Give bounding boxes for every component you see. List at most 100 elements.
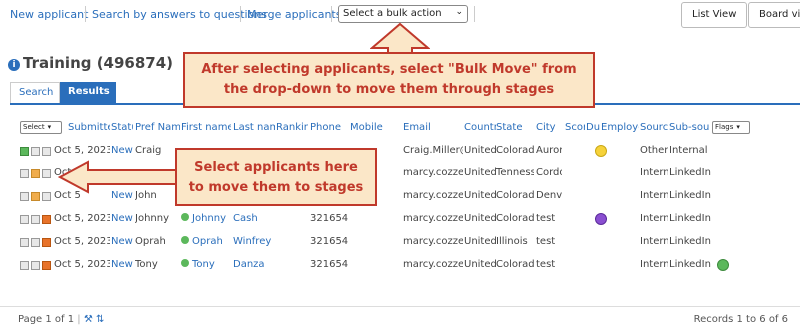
cell-phone: 32165498 <box>310 236 348 247</box>
cell-email[interactable]: Craig.Miller@ <box>403 145 463 156</box>
bulk-move-callout: After selecting applicants, select "Bulk… <box>183 52 595 108</box>
col-pref-name[interactable]: Pref Name <box>135 122 180 133</box>
cell-first-name[interactable]: Oprah <box>181 236 233 247</box>
info-icon[interactable]: i <box>8 59 20 71</box>
table-header: Select▾ Submitted Status Pref Name First… <box>20 121 800 138</box>
stage-checkbox[interactable] <box>31 261 40 270</box>
cell-city: test <box>536 236 556 247</box>
stage-orange-checkbox[interactable] <box>42 261 51 270</box>
stage-checkbox[interactable] <box>31 147 40 156</box>
stage-checkbox[interactable] <box>20 261 29 270</box>
cell-source: Internet <box>640 259 668 270</box>
stage-green-checkbox[interactable] <box>20 147 29 156</box>
cell-status[interactable]: New <box>111 213 133 224</box>
col-phone[interactable]: Phone <box>310 122 348 133</box>
cell-state: Colorado <box>496 259 534 270</box>
stage-checkbox[interactable] <box>42 147 51 156</box>
page-title-text: Training (496874) <box>23 54 174 72</box>
col-last-name[interactable]: Last name <box>233 122 275 133</box>
col-score[interactable]: Score <box>565 122 585 133</box>
cell-first-name[interactable]: Johnny <box>181 213 233 224</box>
bulk-action-value: Select a bulk action <box>343 8 442 19</box>
cell-submitted: Oct 5, 2023 <box>54 213 110 224</box>
col-ranking[interactable]: Ranking <box>276 122 308 133</box>
table-row[interactable]: Oct 5, 2023 New Oprah Oprah Winfrey 3216… <box>20 233 800 255</box>
tab-results[interactable]: Results <box>60 82 116 104</box>
stage-checkbox[interactable] <box>42 192 51 201</box>
stage-checkbox[interactable] <box>42 169 51 178</box>
stage-checkbox[interactable] <box>20 215 29 224</box>
stage-checkbox[interactable] <box>31 238 40 247</box>
cell-state: Colorado <box>496 213 534 224</box>
cell-subsource: LinkedIn <box>669 259 711 270</box>
chevron-down-icon: ⌄ <box>455 7 463 17</box>
new-applicant-link[interactable]: New applicant <box>10 8 88 21</box>
cell-country: United <box>464 236 496 247</box>
col-country[interactable]: Country <box>464 122 496 133</box>
stage-orange-checkbox[interactable] <box>42 238 51 247</box>
sort-icon[interactable]: ⇅ <box>96 314 104 325</box>
globe-icon <box>717 259 729 271</box>
stage-checkbox[interactable] <box>20 238 29 247</box>
chevron-down-icon: ▾ <box>47 123 52 131</box>
cell-city: Denver <box>536 190 562 201</box>
cell-state: Colorado <box>496 190 534 201</box>
cell-city: Cordova <box>536 167 562 178</box>
stage-checkbox[interactable] <box>20 192 29 201</box>
flags-dropdown-label: Flags <box>715 123 734 131</box>
merge-applicants-link[interactable]: Merge applicants <box>247 8 341 21</box>
stage-checkbox[interactable] <box>20 169 29 178</box>
online-dot-icon <box>181 236 189 244</box>
cell-pref-name: Tony <box>135 259 158 270</box>
tab-search[interactable]: Search <box>10 82 60 104</box>
records-count: Records 1 to 6 of 6 <box>693 314 788 325</box>
stage-yellow-checkbox[interactable] <box>31 192 40 201</box>
cell-country: United <box>464 167 496 178</box>
col-subsource[interactable]: Sub-source <box>669 122 709 133</box>
cell-last-name[interactable]: Danza <box>233 259 275 270</box>
toolbar-separator <box>331 6 332 22</box>
cell-first-name[interactable]: Tony <box>181 259 233 270</box>
cell-source: Internet <box>640 213 668 224</box>
col-first-name[interactable]: First name <box>181 122 231 133</box>
cell-email[interactable]: marcy.cozzens <box>403 236 463 247</box>
stage-checkbox[interactable] <box>31 215 40 224</box>
bulk-action-select[interactable]: Select a bulk action ⌄ <box>338 5 468 23</box>
col-submitted[interactable]: Submitted <box>68 122 110 133</box>
col-status[interactable]: Status <box>111 122 133 133</box>
cell-last-name[interactable]: Winfrey <box>233 236 275 247</box>
flags-dropdown[interactable]: Flags ▾ <box>712 121 750 134</box>
list-view-button[interactable]: List View <box>681 2 748 28</box>
cell-status[interactable]: New <box>111 259 133 270</box>
cell-pref-name: Craig <box>135 145 162 156</box>
cell-state: Colorado <box>496 145 534 156</box>
table-row[interactable]: Oct 5, 2023 New Tony Tony Danza 32165498… <box>20 256 800 278</box>
cell-submitted: Oct 5, 2023 <box>54 236 110 247</box>
select-dropdown[interactable]: Select ▾ <box>20 121 62 134</box>
col-source[interactable]: Source <box>640 122 668 133</box>
cell-email[interactable]: marcy.cozzens <box>403 213 463 224</box>
cell-subsource: LinkedIn <box>669 190 711 201</box>
board-view-button[interactable]: Board view <box>748 2 800 28</box>
cell-source: Internet <box>640 236 668 247</box>
cell-email[interactable]: marcy.cozzens <box>403 167 463 178</box>
filter-icon[interactable]: ⚒ <box>84 314 93 325</box>
cell-status[interactable]: New <box>111 145 133 156</box>
purple-badge-icon <box>595 213 607 225</box>
cell-email[interactable]: marcy.cozzens <box>403 259 463 270</box>
stage-orange-checkbox[interactable] <box>42 215 51 224</box>
cell-email[interactable]: marcy.cozzens <box>403 190 463 201</box>
table-row[interactable]: Oct 5, 2023 New Johnny Johnny Cash 32165… <box>20 210 800 232</box>
stage-yellow-checkbox[interactable] <box>31 169 40 178</box>
col-dup[interactable]: Dup <box>586 122 600 133</box>
col-mobile[interactable]: Mobile <box>350 122 400 133</box>
col-email[interactable]: Email <box>403 122 458 133</box>
cell-submitted: Oct 5, 2023 <box>54 259 110 270</box>
cell-status[interactable]: New <box>111 236 133 247</box>
online-dot-icon <box>181 259 189 267</box>
col-state[interactable]: State <box>496 122 534 133</box>
pager: Page 1 of 1 | ⚒ ⇅ <box>18 314 104 325</box>
col-city[interactable]: City <box>536 122 560 133</box>
col-employee[interactable]: Employee <box>601 122 639 133</box>
cell-last-name[interactable]: Cash <box>233 213 275 224</box>
